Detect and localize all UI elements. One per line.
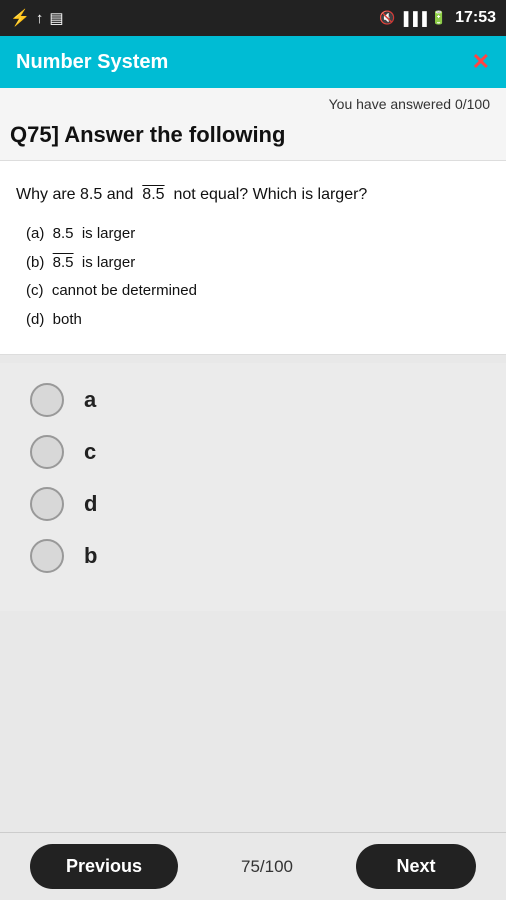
progress-text: You have answered 0/100	[329, 96, 490, 112]
choices-area: a c d b	[0, 363, 506, 611]
next-button[interactable]: Next	[356, 844, 476, 889]
choice-label-b: b	[84, 543, 97, 569]
question-card: Why are 8.5 and 8.5 not equal? Which is …	[0, 160, 506, 355]
status-bar: ⚡ ↑ ▤ 🔇 ▐▐▐ 🔋 17:53	[0, 0, 506, 36]
radio-inner-a	[41, 394, 53, 406]
bottom-nav: Previous 75/100 Next	[0, 832, 506, 900]
radio-d[interactable]	[30, 487, 64, 521]
choice-a[interactable]: a	[30, 383, 476, 417]
choice-label-a: a	[84, 387, 96, 413]
signal-icon: ▐▐▐	[399, 11, 427, 26]
choice-d[interactable]: d	[30, 487, 476, 521]
radio-c[interactable]	[30, 435, 64, 469]
choice-label-c: c	[84, 439, 96, 465]
page-count: 75/100	[241, 857, 293, 877]
option-d: (d) both	[16, 306, 490, 335]
radio-b[interactable]	[30, 539, 64, 573]
battery-icon: 🔋	[431, 10, 447, 26]
radio-inner-d	[41, 498, 53, 510]
file-icon: ▤	[49, 9, 63, 27]
usb-icon: ⚡	[10, 8, 30, 28]
radio-inner-c	[41, 446, 53, 458]
progress-area: You have answered 0/100	[0, 88, 506, 116]
radio-inner-b	[41, 550, 53, 562]
choice-label-d: d	[84, 491, 97, 517]
radio-a[interactable]	[30, 383, 64, 417]
app-header: Number System ✕	[0, 36, 506, 88]
option-a: (a) 8.5 is larger	[16, 220, 490, 249]
option-b: (b) 8.5 is larger	[16, 249, 490, 278]
question-heading: Q75] Answer the following	[0, 116, 506, 160]
choice-b[interactable]: b	[30, 539, 476, 573]
app-title: Number System	[16, 51, 168, 74]
close-button[interactable]: ✕	[472, 49, 490, 75]
status-bar-left: ⚡ ↑ ▤	[10, 8, 64, 28]
choice-c[interactable]: c	[30, 435, 476, 469]
clock: 17:53	[455, 9, 496, 27]
question-text: Why are 8.5 and 8.5 not equal? Which is …	[16, 181, 490, 208]
upload-icon: ↑	[36, 10, 44, 27]
mute-icon: 🔇	[379, 10, 395, 26]
status-bar-right: 🔇 ▐▐▐ 🔋 17:53	[379, 9, 496, 27]
question-label: Q75] Answer the following	[10, 122, 285, 147]
previous-button[interactable]: Previous	[30, 844, 178, 889]
option-c: (c) cannot be determined	[16, 277, 490, 306]
